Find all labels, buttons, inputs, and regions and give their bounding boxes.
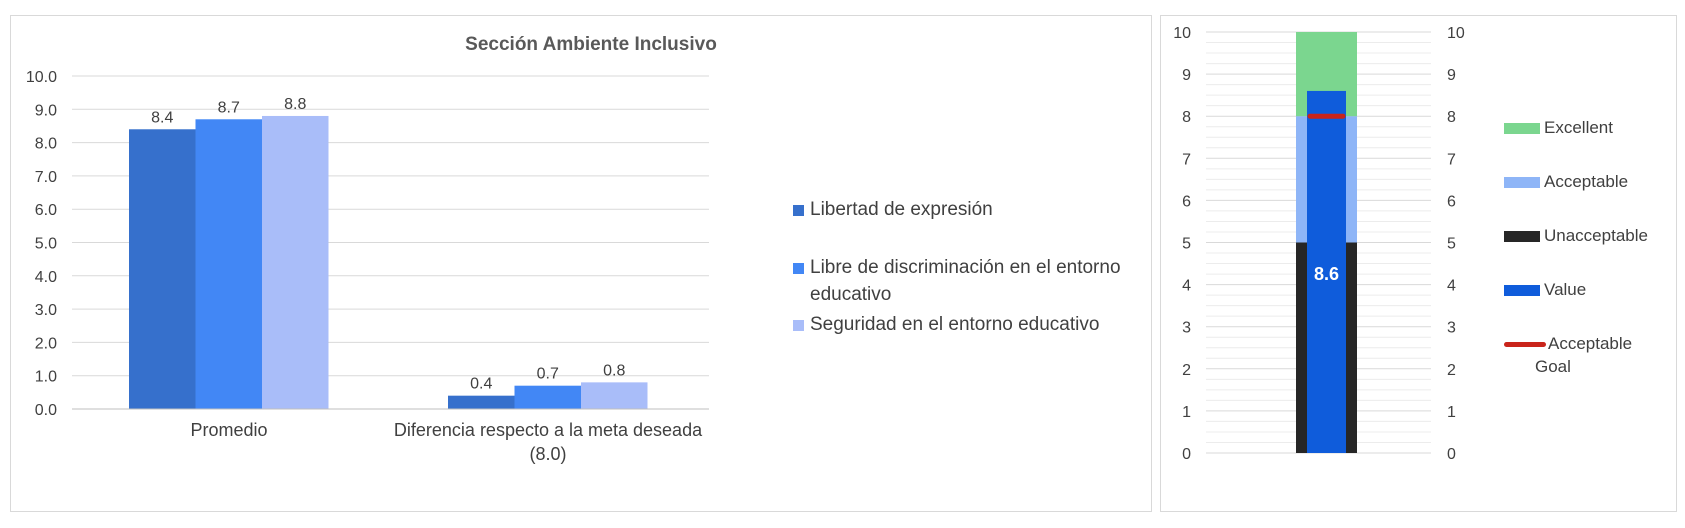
data-label: 8.7 [218, 99, 240, 116]
y-tick-label-right: 6 [1447, 193, 1456, 210]
y-tick-label: 6.0 [35, 202, 57, 219]
y-tick-label-left: 2 [1182, 362, 1191, 379]
legend-swatch [793, 320, 804, 331]
legend-label: Excellent [1544, 116, 1672, 139]
legend-label: Acceptable Goal [1535, 332, 1676, 378]
data-label: 0.7 [537, 366, 559, 383]
y-tick-label: 10.0 [26, 69, 57, 86]
legend-label: Acceptable [1544, 170, 1672, 193]
legend-swatch [1504, 177, 1540, 188]
legend-swatch [1504, 285, 1540, 296]
y-tick-label-left: 1 [1182, 404, 1191, 421]
legend-label-line: Excellent [1544, 118, 1613, 137]
y-tick-label: 9.0 [35, 102, 57, 119]
y-tick-label-right: 4 [1447, 278, 1456, 295]
data-label: 8.8 [284, 96, 306, 113]
x-tick-label: Promedio [190, 420, 267, 440]
legend-label: Libre de discriminación en el entorno edu… [810, 254, 1140, 308]
data-label: 8.4 [151, 109, 173, 126]
y-tick-label-left: 6 [1182, 193, 1191, 210]
y-tick-label-left: 8 [1182, 109, 1191, 126]
legend-label-line: Acceptable [1548, 334, 1633, 353]
y-tick-label-right: 0 [1447, 446, 1456, 463]
bar [448, 395, 515, 409]
x-tick-label: (8.0) [529, 444, 566, 464]
y-tick-label: 8.0 [35, 136, 57, 153]
y-tick-label-left: 9 [1182, 67, 1191, 84]
y-tick-label-right: 2 [1447, 362, 1456, 379]
y-tick-label-left: 4 [1182, 278, 1191, 295]
y-tick-label-left: 10 [1173, 25, 1191, 42]
legend-label: Seguridad en el entorno educativo [810, 311, 1140, 338]
x-tick-label: Diferencia respecto a la meta deseada [394, 420, 703, 440]
y-tick-label-right: 8 [1447, 109, 1456, 126]
y-tick-label: 1.0 [35, 369, 57, 386]
y-tick-label: 3.0 [35, 302, 57, 319]
legend-label-line: educativo [810, 284, 892, 305]
legend-label-line: Libertad de expresión [810, 199, 993, 220]
y-tick-label: 2.0 [35, 335, 57, 352]
y-tick-label-right: 5 [1447, 236, 1456, 253]
y-tick-label-left: 3 [1182, 320, 1191, 337]
legend-label-line: Seguridad en el entorno educativo [810, 314, 1100, 335]
bar [262, 115, 329, 410]
y-tick-label-left: 7 [1182, 151, 1191, 168]
legend-swatch [793, 263, 804, 274]
gauge-legend-item: Excellent [1504, 116, 1674, 160]
value-label: 8.6 [1314, 264, 1339, 284]
y-tick-label-right: 3 [1447, 320, 1456, 337]
bar-chart-panel: Sección Ambiente Inclusivo 0.0 1.0 2.0 3.0 4… [10, 15, 1152, 512]
legend-label: Libertad de expresión [810, 196, 1140, 223]
legend-swatch [1504, 231, 1540, 242]
y-tick-label-right: 7 [1447, 151, 1456, 168]
legend-swatch [1504, 123, 1540, 134]
gauge-legend-item: Acceptable [1504, 170, 1674, 214]
legend-label-line: Libre de discriminación en el entorno [810, 257, 1121, 278]
legend-label: Unacceptable [1544, 224, 1672, 247]
data-label: 0.4 [470, 376, 492, 393]
y-tick-label: 0.0 [35, 402, 57, 419]
gauge-legend-item: Acceptable Goal [1504, 332, 1674, 376]
gauge-legend-item: Value [1504, 278, 1674, 322]
legend-label: Value [1544, 278, 1672, 301]
y-tick-label-right: 9 [1447, 67, 1456, 84]
gauge-chart-panel: 0 1 2 3 4 5 6 7 8 9 10 0 1 2 3 4 5 6 7 8 9 10 8.6 Excellent A… [1160, 15, 1677, 512]
y-tick-label-right: 1 [1447, 404, 1456, 421]
legend-label-line: Goal [1535, 357, 1571, 376]
bar [514, 385, 581, 409]
legend-label-line: Acceptable [1544, 172, 1629, 191]
bar [129, 129, 196, 409]
data-label: 0.8 [603, 362, 625, 379]
y-tick-label: 7.0 [35, 169, 57, 186]
legend-swatch [793, 205, 804, 216]
chart-title: Sección Ambiente Inclusivo [465, 34, 717, 55]
y-tick-label-left: 0 [1182, 446, 1191, 463]
bar [195, 119, 262, 409]
y-tick-label: 5.0 [35, 236, 57, 253]
y-tick-label-left: 5 [1182, 236, 1191, 253]
legend-label-line: Unacceptable [1544, 226, 1648, 245]
gauge-legend-item: Unacceptable [1504, 224, 1674, 268]
legend-label-line: Value [1544, 280, 1587, 299]
legend-goal-line [1504, 342, 1546, 347]
y-tick-label: 4.0 [35, 269, 57, 286]
bar [581, 382, 648, 409]
y-tick-label-right: 10 [1447, 25, 1465, 42]
